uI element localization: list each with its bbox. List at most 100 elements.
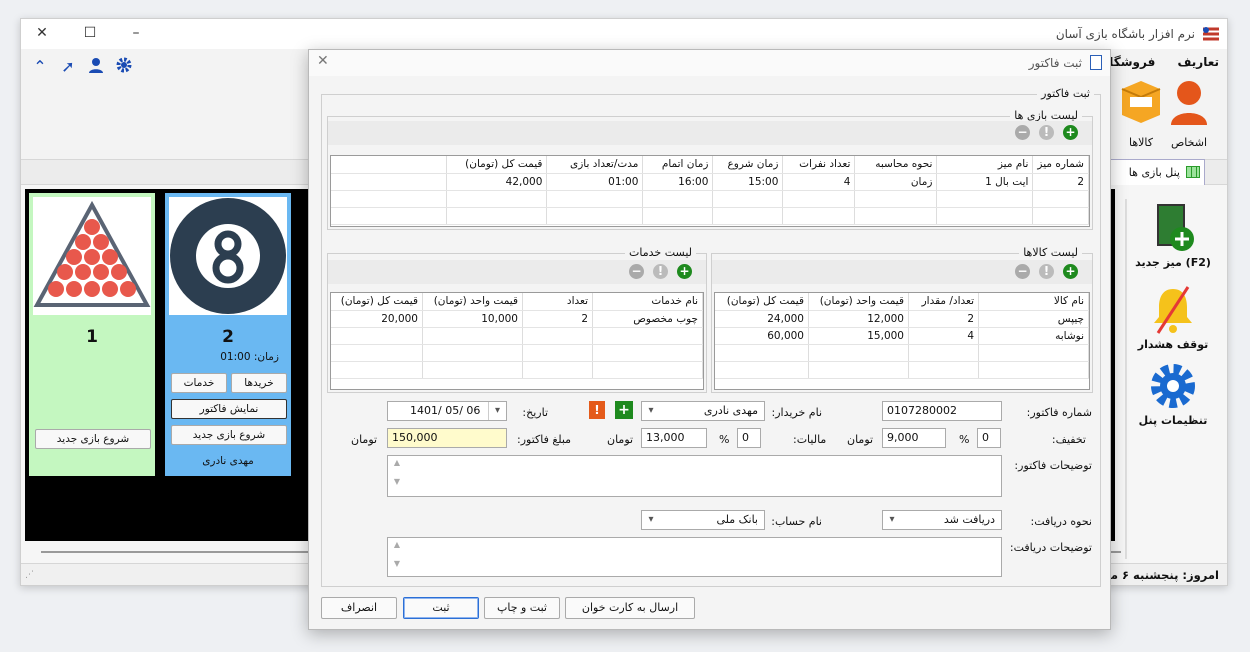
arrow-up-right-icon[interactable]: ➚ <box>57 57 79 76</box>
show-invoice-button[interactable]: نمایش فاکتور <box>171 399 287 419</box>
toman-unit: تومان <box>607 433 634 446</box>
receive-method-label: نحوه دریافت: <box>1030 515 1093 528</box>
snooker-rack-icon <box>33 197 151 315</box>
table-number: 2 <box>222 327 234 347</box>
chevron-down-icon: ▾ <box>488 402 506 420</box>
purchases-button[interactable]: خریدها <box>231 373 287 393</box>
account-select[interactable]: بانک ملی ▾ <box>641 510 765 530</box>
gear-icon[interactable] <box>113 57 135 77</box>
alert-icon[interactable]: ! <box>1039 264 1054 279</box>
invoice-description-label: توضیحات فاکتور: <box>1014 459 1092 472</box>
discount-label: تخفیف: <box>1051 433 1086 446</box>
services-grid-toolbar: + ! − <box>328 260 706 284</box>
table-card-1[interactable]: 1 شروع بازی جدید <box>29 193 155 476</box>
tab-game-panel[interactable]: پنل بازی ها <box>1107 159 1205 185</box>
alert-icon[interactable]: ! <box>653 264 668 279</box>
right-panel: میز جدید (F2) توقف هشدار تنظیمات پنل <box>1125 189 1227 561</box>
table-card-2[interactable]: 2 زمان: 01:00 خریدها خدمات نمایش فاکتور … <box>165 193 291 476</box>
close-icon[interactable]: ✕ <box>27 25 57 41</box>
alert-icon[interactable]: ! <box>589 401 605 419</box>
user-icon[interactable] <box>85 57 107 77</box>
chevron-down-icon: ▾ <box>648 405 654 416</box>
menu-definitions[interactable]: تعاریف <box>1178 55 1220 69</box>
percent-sign: % <box>959 433 970 446</box>
memo-scrollbar[interactable]: ▲ ▼ <box>390 538 404 576</box>
tax-percent-field[interactable]: 0 <box>737 428 761 448</box>
receive-method-select[interactable]: دریافت شد ▾ <box>882 510 1002 530</box>
games-list-group: لیست بازی ها + ! − شماره میز نام میز نحو… <box>327 109 1093 230</box>
new-table-button[interactable]: میز جدید (F2) <box>1133 203 1213 275</box>
remove-icon[interactable]: − <box>629 264 644 279</box>
play-time: زمان: 01:00 <box>220 351 279 363</box>
services-list-group: لیست خدمات + ! − نام خدمات تعداد قیمت وا… <box>327 246 707 393</box>
goods-grid-toolbar: + ! − <box>712 260 1092 284</box>
buyer-select[interactable]: مهدی نادری ▾ <box>641 401 765 421</box>
app-title: نرم افزار باشگاه بازی آسان <box>1055 27 1195 41</box>
cancel-button[interactable]: انصراف <box>321 597 397 619</box>
remove-icon[interactable]: − <box>1015 264 1030 279</box>
percent-sign: % <box>719 433 730 446</box>
player-name: مهدی نادری <box>202 455 254 467</box>
invoice-number-label: شماره فاکتور: <box>1026 406 1092 419</box>
bell-off-icon <box>1154 286 1192 334</box>
panel-divider <box>1125 199 1127 559</box>
chevron-down-icon: ▾ <box>889 514 895 525</box>
save-and-print-button[interactable]: ثبت و چاپ <box>484 597 560 619</box>
invoice-group-label: ثبت فاکتور <box>1037 87 1094 100</box>
gear-icon <box>1151 364 1195 408</box>
account-label: نام حساب: <box>771 515 822 528</box>
services-button[interactable]: خدمات <box>171 373 227 393</box>
invoice-description-field[interactable]: ▲ ▼ <box>387 455 1002 497</box>
stop-alarm-button[interactable]: توقف هشدار <box>1133 285 1213 357</box>
receive-description-label: توضیحات دریافت: <box>1009 541 1092 554</box>
box-icon <box>1121 81 1161 123</box>
app-logo-icon <box>1203 27 1219 41</box>
grid-icon <box>1186 166 1200 178</box>
panel-settings-button[interactable]: تنظیمات پنل <box>1133 361 1213 433</box>
minimize-icon[interactable]: – <box>121 25 151 41</box>
add-buyer-icon[interactable]: + <box>615 401 633 419</box>
chevron-up-icon[interactable]: ⌃ <box>29 57 51 76</box>
send-to-card-reader-button[interactable]: ارسال به کارت خوان <box>565 597 695 619</box>
tax-amount-field[interactable]: 13,000 <box>641 428 707 448</box>
eight-ball-icon <box>169 197 287 315</box>
person-icon <box>1171 81 1207 125</box>
maximize-icon[interactable]: ☐ <box>75 25 105 41</box>
start-new-game-button[interactable]: شروع بازی جدید <box>35 429 151 449</box>
invoice-number-field[interactable]: 0107280002 <box>882 401 1002 421</box>
close-icon[interactable]: ✕ <box>317 53 329 69</box>
games-grid-toolbar: + ! − <box>328 121 1092 145</box>
table-row[interactable]: چوب مخصوص 2 10,000 20,000 <box>331 310 703 328</box>
discount-percent-field[interactable]: 0 <box>977 428 1001 448</box>
table-number: 1 <box>86 327 98 347</box>
add-icon[interactable]: + <box>677 264 692 279</box>
goods-button[interactable]: کالاها <box>1115 77 1167 149</box>
start-new-game-button[interactable]: شروع بازی جدید <box>171 425 287 445</box>
chevron-down-icon: ▾ <box>648 514 654 525</box>
save-button[interactable]: ثبت <box>403 597 479 619</box>
add-icon[interactable]: + <box>1063 264 1078 279</box>
goods-table[interactable]: نام کالا تعداد/ مقدار قیمت واحد (تومان) … <box>714 292 1090 390</box>
table-header: نام کالا تعداد/ مقدار قیمت واحد (تومان) … <box>715 293 1089 311</box>
invoice-amount-label: مبلغ فاکتور: <box>517 433 572 446</box>
resize-grip-icon[interactable]: ⋰ <box>25 570 34 580</box>
invoice-amount-field[interactable]: 150,000 <box>387 428 507 448</box>
table-row[interactable]: 2 ایت بال 1 زمان 4 15:00 16:00 01:00 42,… <box>331 173 1089 191</box>
receive-description-field[interactable]: ▲ ▼ <box>387 537 1002 577</box>
persons-button[interactable]: اشخاص <box>1163 77 1215 149</box>
document-icon <box>1090 55 1102 70</box>
table-row[interactable]: چیپس 2 12,000 24,000 <box>715 310 1089 328</box>
remove-icon[interactable]: − <box>1015 125 1030 140</box>
new-table-icon <box>1157 204 1194 251</box>
title-bar: ✕ ☐ – نرم افزار باشگاه بازی آسان <box>21 19 1227 49</box>
add-icon[interactable]: + <box>1063 125 1078 140</box>
discount-amount-field[interactable]: 9,000 <box>882 428 946 448</box>
dialog-titlebar <box>309 50 1110 76</box>
games-table[interactable]: شماره میز نام میز نحوه محاسبه تعداد نفرا… <box>330 155 1090 227</box>
services-table[interactable]: نام خدمات تعداد قیمت واحد (تومان) قیمت ک… <box>330 292 704 390</box>
date-picker[interactable]: 1401/ 05/ 06 ▾ <box>387 401 507 421</box>
alert-icon[interactable]: ! <box>1039 125 1054 140</box>
table-header: نام خدمات تعداد قیمت واحد (تومان) قیمت ک… <box>331 293 703 311</box>
memo-scrollbar[interactable]: ▲ ▼ <box>390 456 404 496</box>
table-row[interactable]: نوشابه 4 15,000 60,000 <box>715 327 1089 345</box>
